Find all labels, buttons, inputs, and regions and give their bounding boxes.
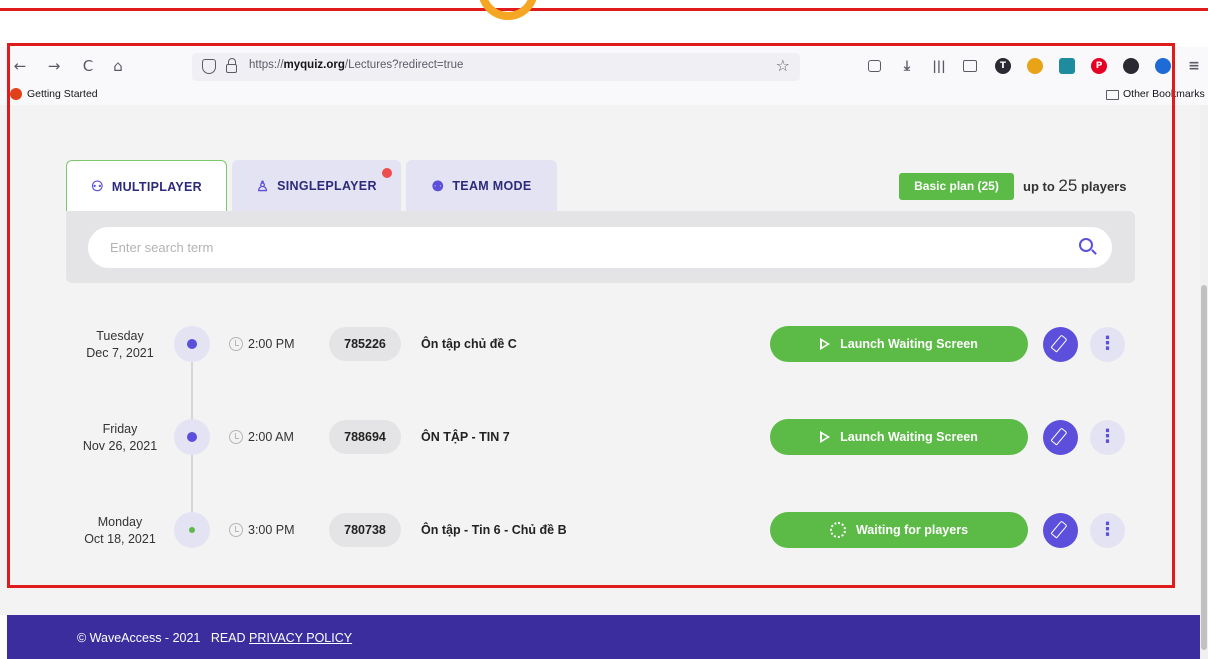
lecture-date: Tuesday Dec 7, 2021	[86, 329, 154, 360]
lecture-time: 2:00 PM	[248, 337, 295, 351]
spinner-icon	[829, 522, 846, 538]
annotation-circle	[478, 0, 538, 20]
team-icon: ⚉	[431, 177, 445, 194]
pocket-icon[interactable]	[868, 60, 881, 72]
library-icon[interactable]: |||	[931, 58, 947, 74]
footer-text: © WaveAccess - 2021 READ PRIVACY POLICY	[77, 631, 352, 645]
pencil-icon	[1050, 520, 1068, 539]
tab-team-mode[interactable]: ⚉ TEAM MODE	[406, 160, 557, 212]
lecture-title[interactable]: Ôn tập - Tin 6 - Chủ đề B	[421, 523, 567, 537]
scroll-thumb[interactable]	[1201, 285, 1207, 650]
extension-dark-icon[interactable]	[1123, 58, 1139, 74]
firefox-icon	[10, 88, 22, 100]
play-icon	[820, 431, 831, 443]
copyright-text: © WaveAccess - 2021	[77, 631, 201, 645]
t-extension-icon[interactable]: T	[995, 58, 1011, 74]
user-icon: ♙	[256, 177, 270, 194]
extension-icon[interactable]	[1027, 58, 1043, 74]
shield-icon[interactable]	[202, 59, 216, 74]
pinterest-icon[interactable]: P	[1091, 58, 1107, 74]
annotation-top-line	[0, 8, 1208, 11]
back-icon[interactable]: ←	[10, 56, 30, 76]
more-options-button[interactable]: ⋮	[1090, 513, 1125, 548]
lecture-code: 788694	[329, 420, 401, 454]
more-options-button[interactable]: ⋮	[1090, 420, 1125, 455]
multiplayer-icon: ⚇	[91, 178, 104, 194]
waiting-for-players-button[interactable]: Waiting for players	[770, 512, 1028, 548]
folder-icon	[1106, 90, 1119, 100]
browser-toolbar: ← → C ⌂ https://myquiz.org/Lectures?redi…	[0, 47, 1208, 85]
tab-label: SINGLEPLAYER	[277, 179, 377, 193]
lecture-title[interactable]: Ôn tập chủ đề C	[421, 337, 517, 351]
lecture-row: Friday Nov 26, 2021 2:00 AM 788694 ÔN TẬP…	[0, 419, 1200, 469]
lecture-code: 785226	[329, 327, 401, 361]
plan-limit: up to 25 players	[1023, 176, 1127, 195]
pencil-icon	[1050, 427, 1068, 446]
clock-icon	[229, 337, 243, 351]
footer-read: READ	[210, 631, 246, 645]
lecture-title[interactable]: ÔN TẬP - TIN 7	[421, 430, 510, 444]
timeline-node	[174, 512, 210, 548]
bookmark-star-icon[interactable]: ☆	[776, 56, 790, 75]
tab-singleplayer[interactable]: ♙ SINGLEPLAYER	[232, 160, 401, 212]
reload-icon[interactable]: C	[78, 56, 98, 76]
url-text[interactable]: https://myquiz.org/Lectures?redirect=tru…	[249, 59, 463, 71]
tab-multiplayer[interactable]: ⚇ MULTIPLAYER	[66, 160, 227, 212]
lecture-row: Tuesday Dec 7, 2021 2:00 PM 785226 Ôn tập…	[0, 326, 1200, 376]
search-input[interactable]	[88, 227, 1112, 268]
status-dot	[189, 527, 195, 533]
lecture-date: Friday Nov 26, 2021	[82, 422, 158, 453]
launch-waiting-screen-button[interactable]: Launch Waiting Screen	[770, 326, 1028, 362]
notification-dot	[382, 168, 392, 178]
tab-label: TEAM MODE	[452, 179, 532, 193]
search-icon[interactable]	[1079, 238, 1093, 252]
url-bar[interactable]: https://myquiz.org/Lectures?redirect=tru…	[192, 53, 800, 81]
status-dot	[187, 339, 197, 349]
search-extension-icon[interactable]	[1059, 58, 1075, 74]
lecture-date: Monday Oct 18, 2021	[84, 515, 156, 546]
home-icon[interactable]: ⌂	[108, 56, 128, 76]
edit-button[interactable]	[1043, 420, 1078, 455]
launch-waiting-screen-button[interactable]: Launch Waiting Screen	[770, 419, 1028, 455]
lecture-time: 2:00 AM	[248, 430, 294, 444]
footer: © WaveAccess - 2021 READ PRIVACY POLICY	[7, 615, 1200, 659]
forward-icon[interactable]: →	[44, 56, 64, 76]
tab-label: MULTIPLAYER	[111, 179, 202, 194]
edit-button[interactable]	[1043, 327, 1078, 362]
more-options-button[interactable]: ⋮	[1090, 327, 1125, 362]
bookmark-getting-started[interactable]: Getting Started	[27, 88, 98, 100]
lecture-code: 780738	[329, 513, 401, 547]
clock-icon	[229, 523, 243, 537]
edit-button[interactable]	[1043, 513, 1078, 548]
pencil-icon	[1050, 334, 1068, 353]
play-icon	[820, 338, 831, 350]
profile-icon[interactable]	[1155, 58, 1171, 74]
search-panel	[66, 211, 1135, 283]
privacy-policy-link[interactable]: PRIVACY POLICY	[249, 631, 352, 645]
menu-icon[interactable]: ≡	[1186, 58, 1202, 74]
lecture-time: 3:00 PM	[248, 523, 295, 537]
timeline-node	[174, 419, 210, 455]
plan-badge[interactable]: Basic plan (25)	[899, 173, 1014, 200]
status-dot	[187, 432, 197, 442]
clock-icon	[229, 430, 243, 444]
bookmark-other[interactable]: Other Bookmarks	[1123, 88, 1205, 100]
lock-icon[interactable]	[226, 58, 237, 73]
download-icon[interactable]: ⤓	[899, 58, 915, 74]
sidebar-icon[interactable]	[963, 60, 977, 72]
timeline-node	[174, 326, 210, 362]
lecture-row: Monday Oct 18, 2021 3:00 PM 780738 Ôn tập…	[0, 512, 1200, 562]
bookmarks-bar: Getting Started Other Bookmarks	[0, 85, 1208, 105]
